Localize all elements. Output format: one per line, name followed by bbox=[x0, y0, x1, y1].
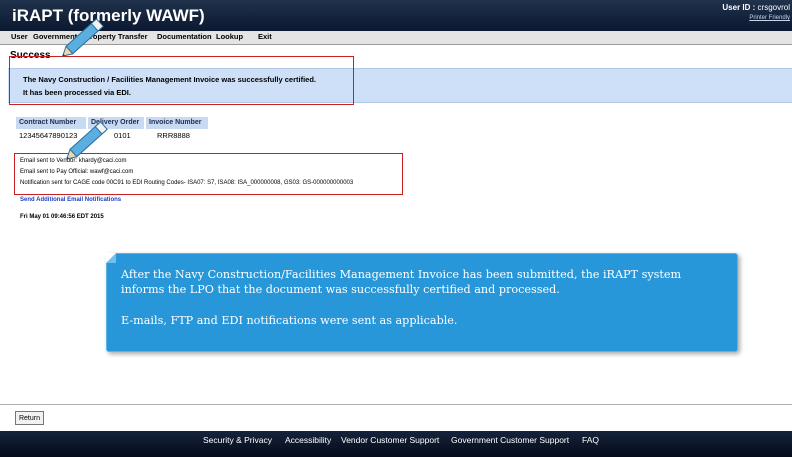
footer: Security & Privacy Accessibility Vendor … bbox=[0, 431, 792, 457]
user-id-label: User ID : bbox=[722, 3, 756, 12]
timestamp: Fri May 01 09:46:56 EDT 2015 bbox=[20, 214, 104, 220]
footer-link-government-customer-support[interactable]: Government Customer Support bbox=[451, 435, 569, 445]
menu-item-user[interactable]: User bbox=[11, 32, 28, 41]
column-header-invoice-number: Invoice Number bbox=[146, 117, 208, 129]
callout-paragraph-1: After the Navy Construction/Facilities M… bbox=[121, 268, 682, 296]
footer-link-vendor-customer-support[interactable]: Vendor Customer Support bbox=[341, 435, 439, 445]
menu-item-exit[interactable]: Exit bbox=[258, 32, 272, 41]
pencil-icon bbox=[61, 18, 104, 57]
callout-paragraph-2: E-mails, FTP and EDI notifications were … bbox=[121, 314, 458, 327]
footer-link-security-privacy[interactable]: Security & Privacy bbox=[203, 435, 272, 445]
menu-item-lookup[interactable]: Lookup bbox=[216, 32, 243, 41]
user-id-display: User ID : crsgovrol bbox=[722, 3, 790, 12]
footer-link-accessibility[interactable]: Accessibility bbox=[285, 435, 331, 445]
invoice-number-value: RRR8888 bbox=[157, 131, 190, 140]
send-additional-notifications-link[interactable]: Send Additional Email Notifications bbox=[20, 197, 121, 203]
tutorial-callout: After the Navy Construction/Facilities M… bbox=[106, 253, 738, 352]
app-header: iRAPT (formerly WAWF) User ID : crsgovro… bbox=[0, 0, 792, 31]
footer-link-faq[interactable]: FAQ bbox=[582, 435, 599, 445]
divider bbox=[0, 404, 792, 405]
highlight-box-success bbox=[9, 56, 354, 105]
callout-page-curl bbox=[106, 253, 116, 263]
menu-bar: User Government Property Transfer Docume… bbox=[0, 31, 792, 45]
menu-item-documentation[interactable]: Documentation bbox=[157, 32, 212, 41]
user-id-value: crsgovrol bbox=[757, 3, 790, 12]
return-button[interactable]: Return bbox=[15, 411, 44, 425]
printer-friendly-link[interactable]: Printer Friendly bbox=[749, 15, 790, 21]
delivery-order-value: 0101 bbox=[114, 131, 131, 140]
pencil-icon bbox=[65, 121, 108, 160]
